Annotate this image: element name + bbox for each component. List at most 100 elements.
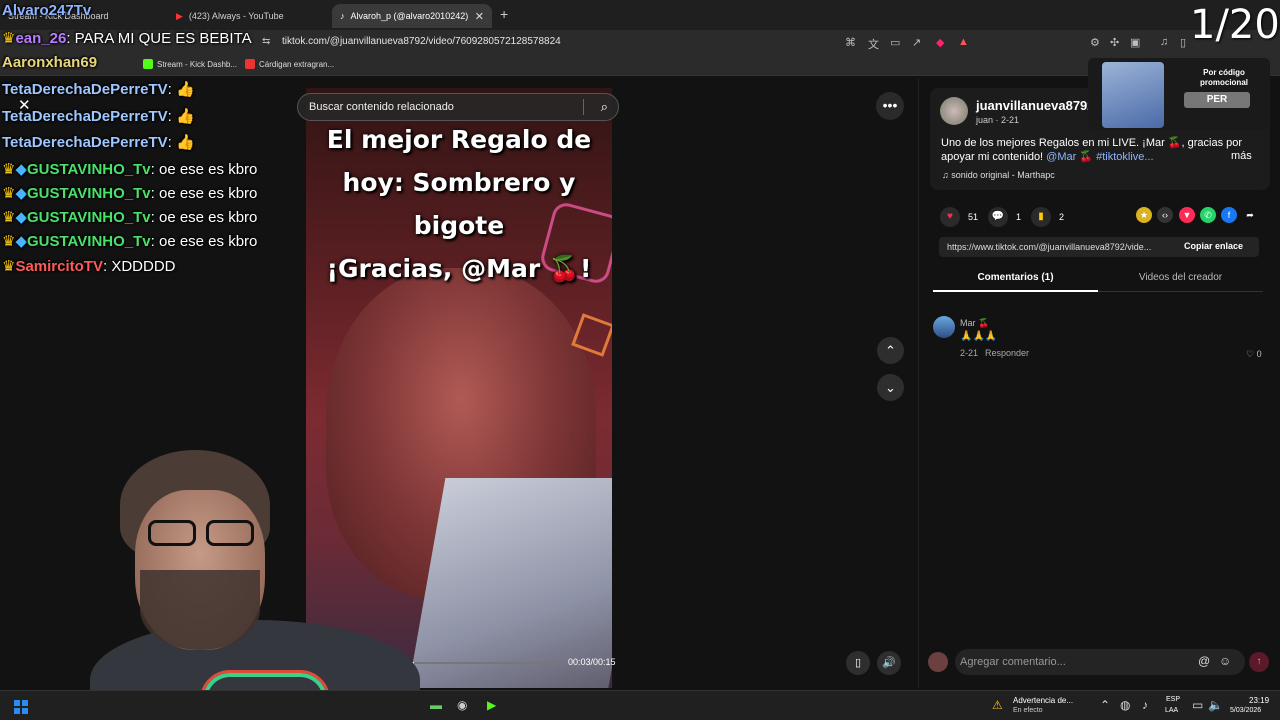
chat-user: ean_26 — [15, 30, 67, 47]
chat-message: Alvaro247Tv — [2, 2, 91, 19]
post-description: Uno de los mejores Regalos en mi LIVE. ¡… — [941, 136, 1261, 164]
warning-subtitle: En efecto — [1013, 707, 1043, 714]
language-indicator[interactable]: ESP — [1166, 696, 1180, 703]
chat-user: Alvaro247Tv — [2, 2, 92, 19]
comment-count: 1 — [1016, 212, 1022, 222]
chat-user: Aaronxhan69 — [2, 54, 98, 71]
stream-counter: 1/20 — [1190, 2, 1280, 48]
creator-username[interactable]: juanvillanueva8792 — [976, 98, 1095, 113]
video-caption: El mejor Regalo de hoy: Sombrero y bigot… — [306, 118, 612, 290]
commenter-name[interactable]: Mar 🍒 — [960, 318, 989, 329]
related-search-input[interactable]: Buscar contenido relacionado ⌕ — [297, 93, 619, 121]
clock-date: 5/03/2026 — [1230, 707, 1262, 714]
brave-shield-icon[interactable]: ◆ — [936, 36, 944, 49]
share-arrow-icon[interactable]: ➦ — [1242, 207, 1258, 223]
close-tab-icon[interactable]: ✕ — [475, 10, 484, 23]
chat-text: : XDDDDD — [102, 258, 176, 275]
video-link[interactable]: https://www.tiktok.com/@juanvillanueva87… — [947, 242, 1151, 252]
brave-rewards-icon[interactable]: ▲ — [958, 36, 969, 48]
comment-placeholder: Agregar comentario... — [960, 656, 1066, 668]
chat-message: ♛SamircitoTV: XDDDDD — [2, 257, 176, 275]
clock-time[interactable]: 23:19 — [1249, 696, 1269, 705]
mention-icon[interactable]: @ — [1198, 654, 1210, 668]
tab-label: Alvaroh_p (@alvaro2010242) — [350, 11, 469, 21]
volume-icon[interactable]: 🔈 — [1208, 698, 1223, 712]
more-link[interactable]: más — [1231, 150, 1252, 162]
send-comment-button[interactable]: ↑ — [1249, 652, 1269, 672]
facebook-icon[interactable]: f — [1221, 207, 1237, 223]
promo-overlay: Por código promocional PER — [1088, 58, 1270, 130]
chat-message: Aaronxhan69 — [2, 54, 97, 71]
caption-line: hoy: Sombrero y — [342, 168, 576, 197]
url-field[interactable]: tiktok.com/@juanvillanueva8792/video/760… — [282, 36, 561, 47]
comment-like-button[interactable]: ♡ 0 — [1246, 349, 1262, 360]
like-count: 51 — [968, 212, 979, 222]
coin-share-icon[interactable]: ★ — [1136, 207, 1152, 223]
kick-app-icon[interactable]: ▶ — [487, 698, 496, 712]
warning-icon[interactable]: ⚠ — [992, 698, 1003, 712]
volume-button[interactable]: 🔊 — [877, 651, 901, 675]
stream-chat-overlay: Alvaro247Tv ♛ean_26: PARA MI QUE ES BEBI… — [0, 0, 300, 290]
chat-message: TetaDerechaDePerreTV: 👍 — [2, 80, 195, 98]
chat-user: GUSTAVINHO_Tv — [27, 209, 151, 226]
chat-message: TetaDerechaDePerreTV: 👍 — [2, 133, 195, 151]
network-icon[interactable]: ▭ — [1192, 698, 1203, 712]
crown-icon: ♛ — [2, 233, 16, 250]
more-options-button[interactable]: ••• — [876, 92, 904, 120]
hashtag-link[interactable]: #tiktoklive... — [1096, 151, 1153, 163]
active-tab-indicator — [933, 290, 1098, 292]
emoji-icon[interactable]: ☺ — [1219, 654, 1231, 668]
chat-user: TetaDerechaDePerreTV — [2, 134, 168, 151]
chat-user: SamircitoTV — [15, 258, 103, 275]
commenter-avatar[interactable] — [933, 316, 955, 338]
previous-video-button[interactable]: ⌃ — [877, 337, 904, 364]
chat-message: ♛ean_26: PARA MI QUE ES BEBITA — [2, 29, 252, 47]
tiktok-icon: ♪ — [340, 11, 345, 21]
caption-line: El mejor Regalo de — [326, 125, 592, 154]
mention-link[interactable]: @Mar 🍒 — [1046, 151, 1093, 163]
tab-creator-videos[interactable]: Videos del creador — [1098, 272, 1263, 283]
media-icon[interactable]: ♫ — [1160, 36, 1168, 48]
share-page-icon[interactable]: ↗ — [912, 36, 921, 49]
save-stat[interactable]: ▮ 2 — [1031, 207, 1064, 227]
chat-text: : 👍 — [167, 108, 195, 125]
extension-icon[interactable]: ⚙ — [1090, 36, 1100, 49]
search-icon[interactable]: ⌕ — [601, 99, 608, 115]
cast-icon[interactable]: ▭ — [890, 36, 900, 49]
chevron-up-icon[interactable]: ⌃ — [1100, 698, 1110, 712]
app-icon[interactable]: ▬ — [430, 698, 442, 712]
whatsapp-icon[interactable]: ✆ — [1200, 207, 1216, 223]
screenshot-icon[interactable]: ▣ — [1130, 36, 1140, 49]
chat-text: : 👍 — [167, 134, 195, 151]
embed-icon[interactable]: ‹› — [1157, 207, 1173, 223]
language-icon[interactable]: 文 — [868, 36, 879, 52]
caption-line: ¡Gracias, @Mar 🍒! — [326, 254, 592, 283]
tab-tiktok[interactable]: ♪ Alvaroh_p (@alvaro2010242) ✕ — [332, 4, 492, 28]
miniplayer-button[interactable]: ▯ — [846, 651, 870, 675]
creator-avatar[interactable] — [940, 97, 968, 125]
crown-icon: ♛ — [2, 185, 16, 202]
comment-stat[interactable]: 💬 1 — [988, 207, 1021, 227]
promo-text: Por código promocional — [1199, 68, 1248, 87]
crown-icon: ♛ — [2, 30, 16, 47]
sidebar-icon[interactable]: ▯ — [1180, 36, 1186, 49]
translate-icon[interactable]: ⌘ — [845, 36, 856, 49]
tray-app-icon[interactable]: ◍ — [1120, 698, 1130, 712]
like-stat[interactable]: ♥ 51 — [940, 207, 978, 227]
warning-title[interactable]: Advertencia de... — [1013, 696, 1073, 705]
music-link[interactable]: ♫ sonido original - Marthapc — [942, 170, 1055, 180]
reply-button[interactable]: Responder — [985, 348, 1029, 358]
copy-link-button[interactable]: Copiar enlace — [1184, 241, 1243, 251]
chat-message: ♛◆GUSTAVINHO_Tv: oe ese es kbro — [2, 160, 257, 178]
next-video-button[interactable]: ⌄ — [877, 374, 904, 401]
close-icon[interactable]: ✕ — [18, 96, 31, 114]
microphone-icon[interactable]: ♪ — [1142, 698, 1148, 712]
puzzle-icon[interactable]: ✣ — [1110, 36, 1119, 49]
repost-icon[interactable]: ▼ — [1179, 207, 1195, 223]
chat-user: GUSTAVINHO_Tv — [27, 233, 151, 250]
new-tab-button[interactable]: + — [500, 6, 508, 22]
tab-comments[interactable]: Comentarios (1) — [933, 272, 1098, 283]
obs-icon[interactable]: ◉ — [457, 698, 467, 712]
heart-icon: ♥ — [940, 207, 960, 227]
windows-start-button[interactable] — [14, 700, 28, 714]
